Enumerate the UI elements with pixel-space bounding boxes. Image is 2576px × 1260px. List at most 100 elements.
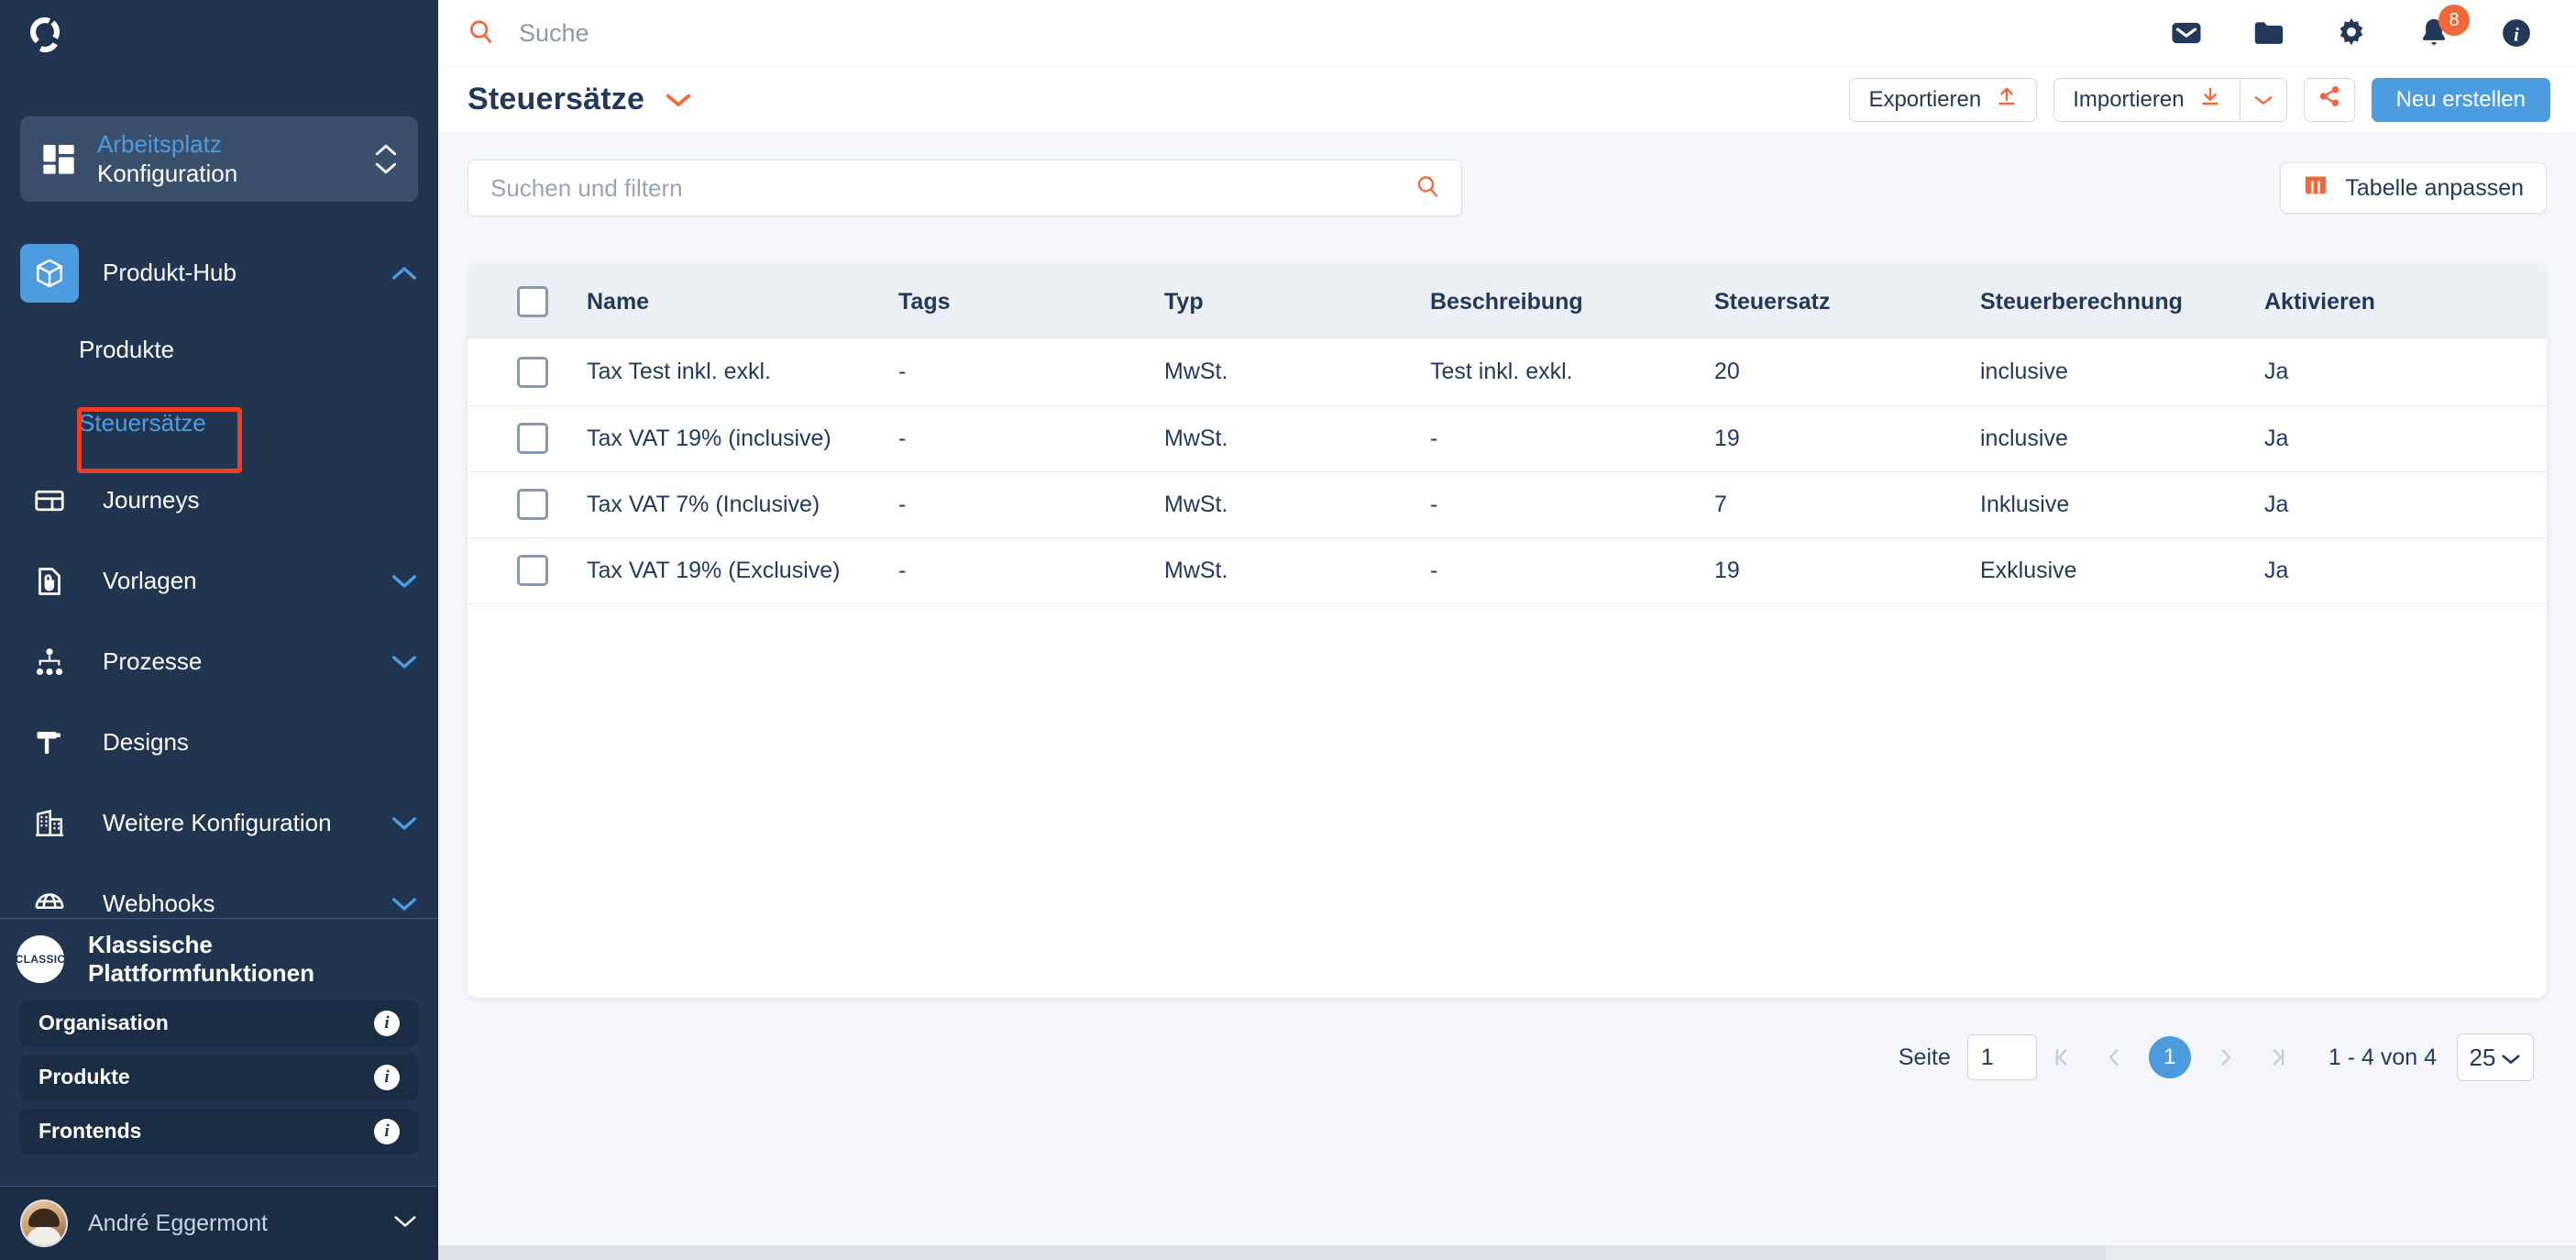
previous-page-button[interactable] (2088, 1032, 2140, 1083)
search-input[interactable] (519, 18, 1069, 48)
search-icon[interactable] (1414, 172, 1441, 204)
table-icon (2303, 172, 2328, 204)
next-page-button[interactable] (2200, 1032, 2251, 1083)
cell-beschreibung: - (1430, 557, 1438, 583)
column-header-beschreibung[interactable]: Beschreibung (1430, 264, 1714, 339)
sidebar-item-produkte[interactable]: Produkte (0, 314, 438, 387)
last-page-button[interactable] (2251, 1032, 2303, 1083)
avatar (20, 1199, 68, 1248)
import-label: Importieren (2073, 86, 2185, 112)
horizontal-scrollbar[interactable] (438, 1245, 2576, 1260)
cell-name: Tax Test inkl. exkl. (587, 359, 772, 385)
column-header-typ[interactable]: Typ (1164, 264, 1430, 339)
sidebar-accordion-produkte[interactable]: Produkte i (20, 1054, 418, 1100)
info-icon[interactable]: i (2499, 16, 2534, 50)
table-row[interactable]: Tax VAT 7% (Inclusive) - MwSt. - 7 Inklu… (468, 471, 2547, 537)
search-and-filter[interactable] (468, 160, 1462, 216)
share-button[interactable] (2303, 77, 2355, 122)
chevron-down-icon[interactable] (391, 654, 418, 670)
row-checkbox[interactable] (517, 423, 548, 454)
first-page-button[interactable] (2037, 1032, 2088, 1083)
cell-aktivieren: Ja (2264, 359, 2289, 385)
page-title-chevron-down-icon[interactable] (665, 92, 692, 108)
top-bar: 8 i (438, 0, 2576, 66)
scrollbar-thumb[interactable] (438, 1245, 2106, 1260)
info-icon[interactable]: i (374, 1010, 400, 1036)
sidebar-item-steuersaetze[interactable]: Steuersätze (0, 387, 438, 460)
cell-typ: MwSt. (1164, 491, 1228, 517)
svg-text:i: i (2514, 25, 2519, 45)
page-button-1[interactable]: 1 (2148, 1036, 2191, 1078)
column-header-tags[interactable]: Tags (898, 264, 1164, 339)
cube-icon (20, 243, 79, 303)
bell-icon[interactable]: 8 (2416, 5, 2470, 50)
table-empty-space (468, 603, 2547, 998)
sidebar-item-weitere-konfiguration[interactable]: Weitere Konfiguration (0, 783, 438, 864)
sidebar-subitem-label: Produkte (79, 336, 175, 364)
row-checkbox[interactable] (517, 555, 548, 586)
sidebar-item-designs[interactable]: Designs (0, 702, 438, 783)
export-button[interactable]: Exportieren (1849, 77, 2038, 122)
sidebar-item-prozesse[interactable]: Prozesse (0, 622, 438, 702)
column-header-steuerberechnung[interactable]: Steuerberechnung (1980, 264, 2264, 339)
cell-aktivieren: Ja (2264, 425, 2289, 451)
classic-platform-features[interactable]: CLASSIC Klassische Plattformfunktionen (0, 919, 438, 1000)
chevron-up-icon[interactable] (391, 265, 418, 282)
sidebar-item-webhooks[interactable]: Webhooks (0, 864, 438, 919)
page-size-select[interactable]: 25 (2457, 1033, 2534, 1081)
global-search[interactable] (466, 17, 2169, 50)
customize-table-button[interactable]: Tabelle anpassen (2280, 162, 2547, 214)
import-split-button: Importieren (2053, 77, 2287, 122)
folder-icon[interactable] (2251, 16, 2286, 50)
sidebar-item-journeys[interactable]: Journeys (0, 460, 438, 541)
sidebar-item-label: Vorlagen (103, 567, 197, 595)
chevron-down-icon[interactable] (391, 573, 418, 590)
table-row[interactable]: Tax Test inkl. exkl. - MwSt. Test inkl. … (468, 339, 2547, 405)
sidebar-accordion-organisation[interactable]: Organisation i (20, 1000, 418, 1046)
mail-icon[interactable] (2169, 16, 2204, 50)
cell-name: Tax VAT 7% (Inclusive) (587, 491, 820, 517)
create-new-button[interactable]: Neu erstellen (2371, 77, 2550, 122)
column-header-steuersatz[interactable]: Steuersatz (1714, 264, 1980, 339)
user-profile-bar[interactable]: André Eggermont (0, 1186, 438, 1260)
cell-tags: - (898, 359, 907, 385)
processes-icon (20, 633, 79, 691)
cell-tags: - (898, 425, 907, 451)
platform-logo[interactable] (20, 10, 70, 60)
column-header-name[interactable]: Name (587, 264, 898, 339)
table-row[interactable]: Tax VAT 19% (inclusive) - MwSt. - 19 inc… (468, 405, 2547, 471)
workspace-selector[interactable]: Arbeitsplatz Konfiguration (20, 116, 418, 202)
gear-icon[interactable] (2334, 16, 2369, 50)
page-number-input[interactable] (1966, 1034, 2037, 1080)
page-size-value: 25 (2469, 1043, 2496, 1071)
column-header-aktivieren[interactable]: Aktivieren (2264, 264, 2547, 339)
info-icon[interactable]: i (374, 1118, 400, 1144)
info-icon[interactable]: i (374, 1064, 400, 1090)
sidebar-item-vorlagen[interactable]: Vorlagen (0, 541, 438, 622)
row-checkbox-cell (468, 537, 587, 603)
chevron-down-icon[interactable] (391, 896, 418, 912)
cell-steuersatz: 19 (1714, 425, 1740, 451)
notification-badge: 8 (2438, 5, 2470, 36)
sidebar-item-label: Weitere Konfiguration (103, 809, 332, 837)
sidebar-item-produkt-hub[interactable]: Produkt-Hub (0, 233, 438, 314)
content-area: Tabelle anpassen Name Tags Typ Beschreib (438, 132, 2576, 1260)
import-dropdown-button[interactable] (2239, 77, 2287, 122)
workspace-updown-icon[interactable] (374, 143, 398, 175)
table-row[interactable]: Tax VAT 19% (Exclusive) - MwSt. - 19 Exk… (468, 537, 2547, 603)
filter-search-input[interactable] (490, 173, 1414, 203)
sidebar-accordion-frontends[interactable]: Frontends i (20, 1108, 418, 1155)
chevron-down-icon[interactable] (392, 1214, 418, 1233)
select-all-checkbox[interactable] (517, 286, 548, 317)
cell-tags: - (898, 557, 907, 583)
row-checkbox[interactable] (517, 356, 548, 388)
result-range-text: 1 - 4 von 4 (2328, 1044, 2437, 1070)
import-button[interactable]: Importieren (2053, 77, 2240, 122)
row-checkbox[interactable] (517, 489, 548, 520)
cell-beschreibung: Test inkl. exkl. (1430, 359, 1573, 385)
cell-tags: - (898, 491, 907, 517)
cell-steuersatz: 20 (1714, 359, 1740, 385)
chevron-down-icon[interactable] (391, 815, 418, 832)
main-area: 8 i Steuersätze Exportieren (438, 0, 2576, 1260)
